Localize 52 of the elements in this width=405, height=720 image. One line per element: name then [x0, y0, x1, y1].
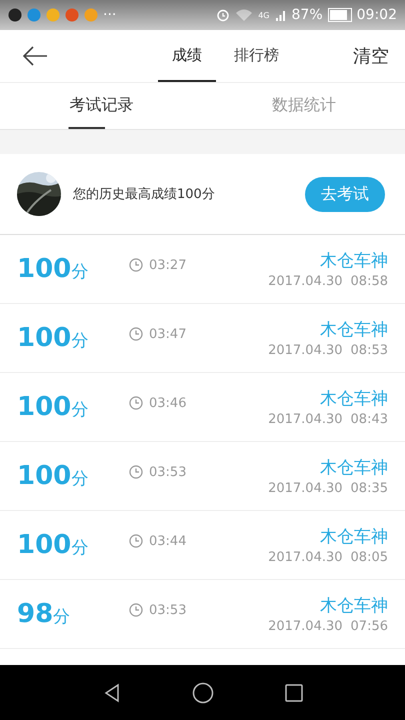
alarm-icon — [216, 8, 230, 22]
duration: 03:27 — [149, 258, 186, 272]
score: 98分 — [17, 599, 72, 629]
record-time: 08:53 — [350, 343, 388, 358]
score: 100分 — [17, 461, 90, 491]
duration: 03:46 — [149, 396, 186, 410]
clock-icon — [129, 258, 143, 272]
network-label: 4G — [258, 10, 270, 20]
recents-icon[interactable] — [284, 682, 304, 702]
clock-icon — [129, 534, 143, 548]
record-time: 08:35 — [350, 481, 388, 496]
score: 100分 — [17, 530, 90, 560]
user-name: 木仓车神 — [320, 457, 388, 479]
score: 100分 — [17, 323, 90, 353]
clock-icon — [129, 465, 143, 479]
clear-button[interactable]: 清空 — [353, 44, 389, 68]
duration: 03:44 — [149, 534, 186, 548]
user-name: 木仓车神 — [320, 250, 388, 272]
battery-percent: 87% — [292, 7, 323, 23]
back-arrow-icon[interactable] — [22, 46, 48, 66]
record-time: 07:56 — [350, 619, 388, 634]
user-name: 木仓车神 — [320, 319, 388, 341]
signal-icon — [274, 8, 287, 22]
more-notifications: ··· — [103, 7, 116, 23]
user-name: 木仓车神 — [320, 526, 388, 548]
duration: 03:47 — [149, 326, 186, 342]
clock: 09:02 — [356, 7, 397, 23]
record-date: 2017.04.30 — [268, 481, 343, 496]
clock-icon — [129, 327, 143, 341]
record-date: 2017.04.30 — [268, 619, 343, 634]
score: 100分 — [17, 392, 90, 422]
record-date: 2017.04.30 — [268, 343, 343, 358]
user-name: 木仓车神 — [320, 595, 388, 617]
score: 100分 — [17, 254, 90, 284]
duration: 03:53 — [149, 464, 186, 480]
clock-icon — [129, 603, 143, 617]
header-tab[interactable]: 排行榜 — [220, 30, 293, 82]
clock-icon — [129, 396, 143, 410]
record-date: 2017.04.30 — [268, 412, 343, 427]
home-icon[interactable] — [192, 682, 214, 704]
battery-icon — [328, 8, 352, 22]
wifi-icon — [235, 8, 254, 22]
record-time: 08:58 — [350, 274, 388, 289]
best-score-text: 您的历史最高成绩100分 — [73, 186, 216, 203]
record-time: 08:05 — [350, 550, 388, 565]
user-name: 木仓车神 — [320, 388, 388, 410]
header-tab[interactable]: 成绩 — [158, 30, 216, 82]
record-date: 2017.04.30 — [268, 274, 343, 289]
duration: 03:53 — [149, 602, 186, 618]
record-tab[interactable]: 考试记录 — [53, 83, 150, 129]
record-time: 08:43 — [350, 412, 388, 427]
record-date: 2017.04.30 — [268, 550, 343, 565]
